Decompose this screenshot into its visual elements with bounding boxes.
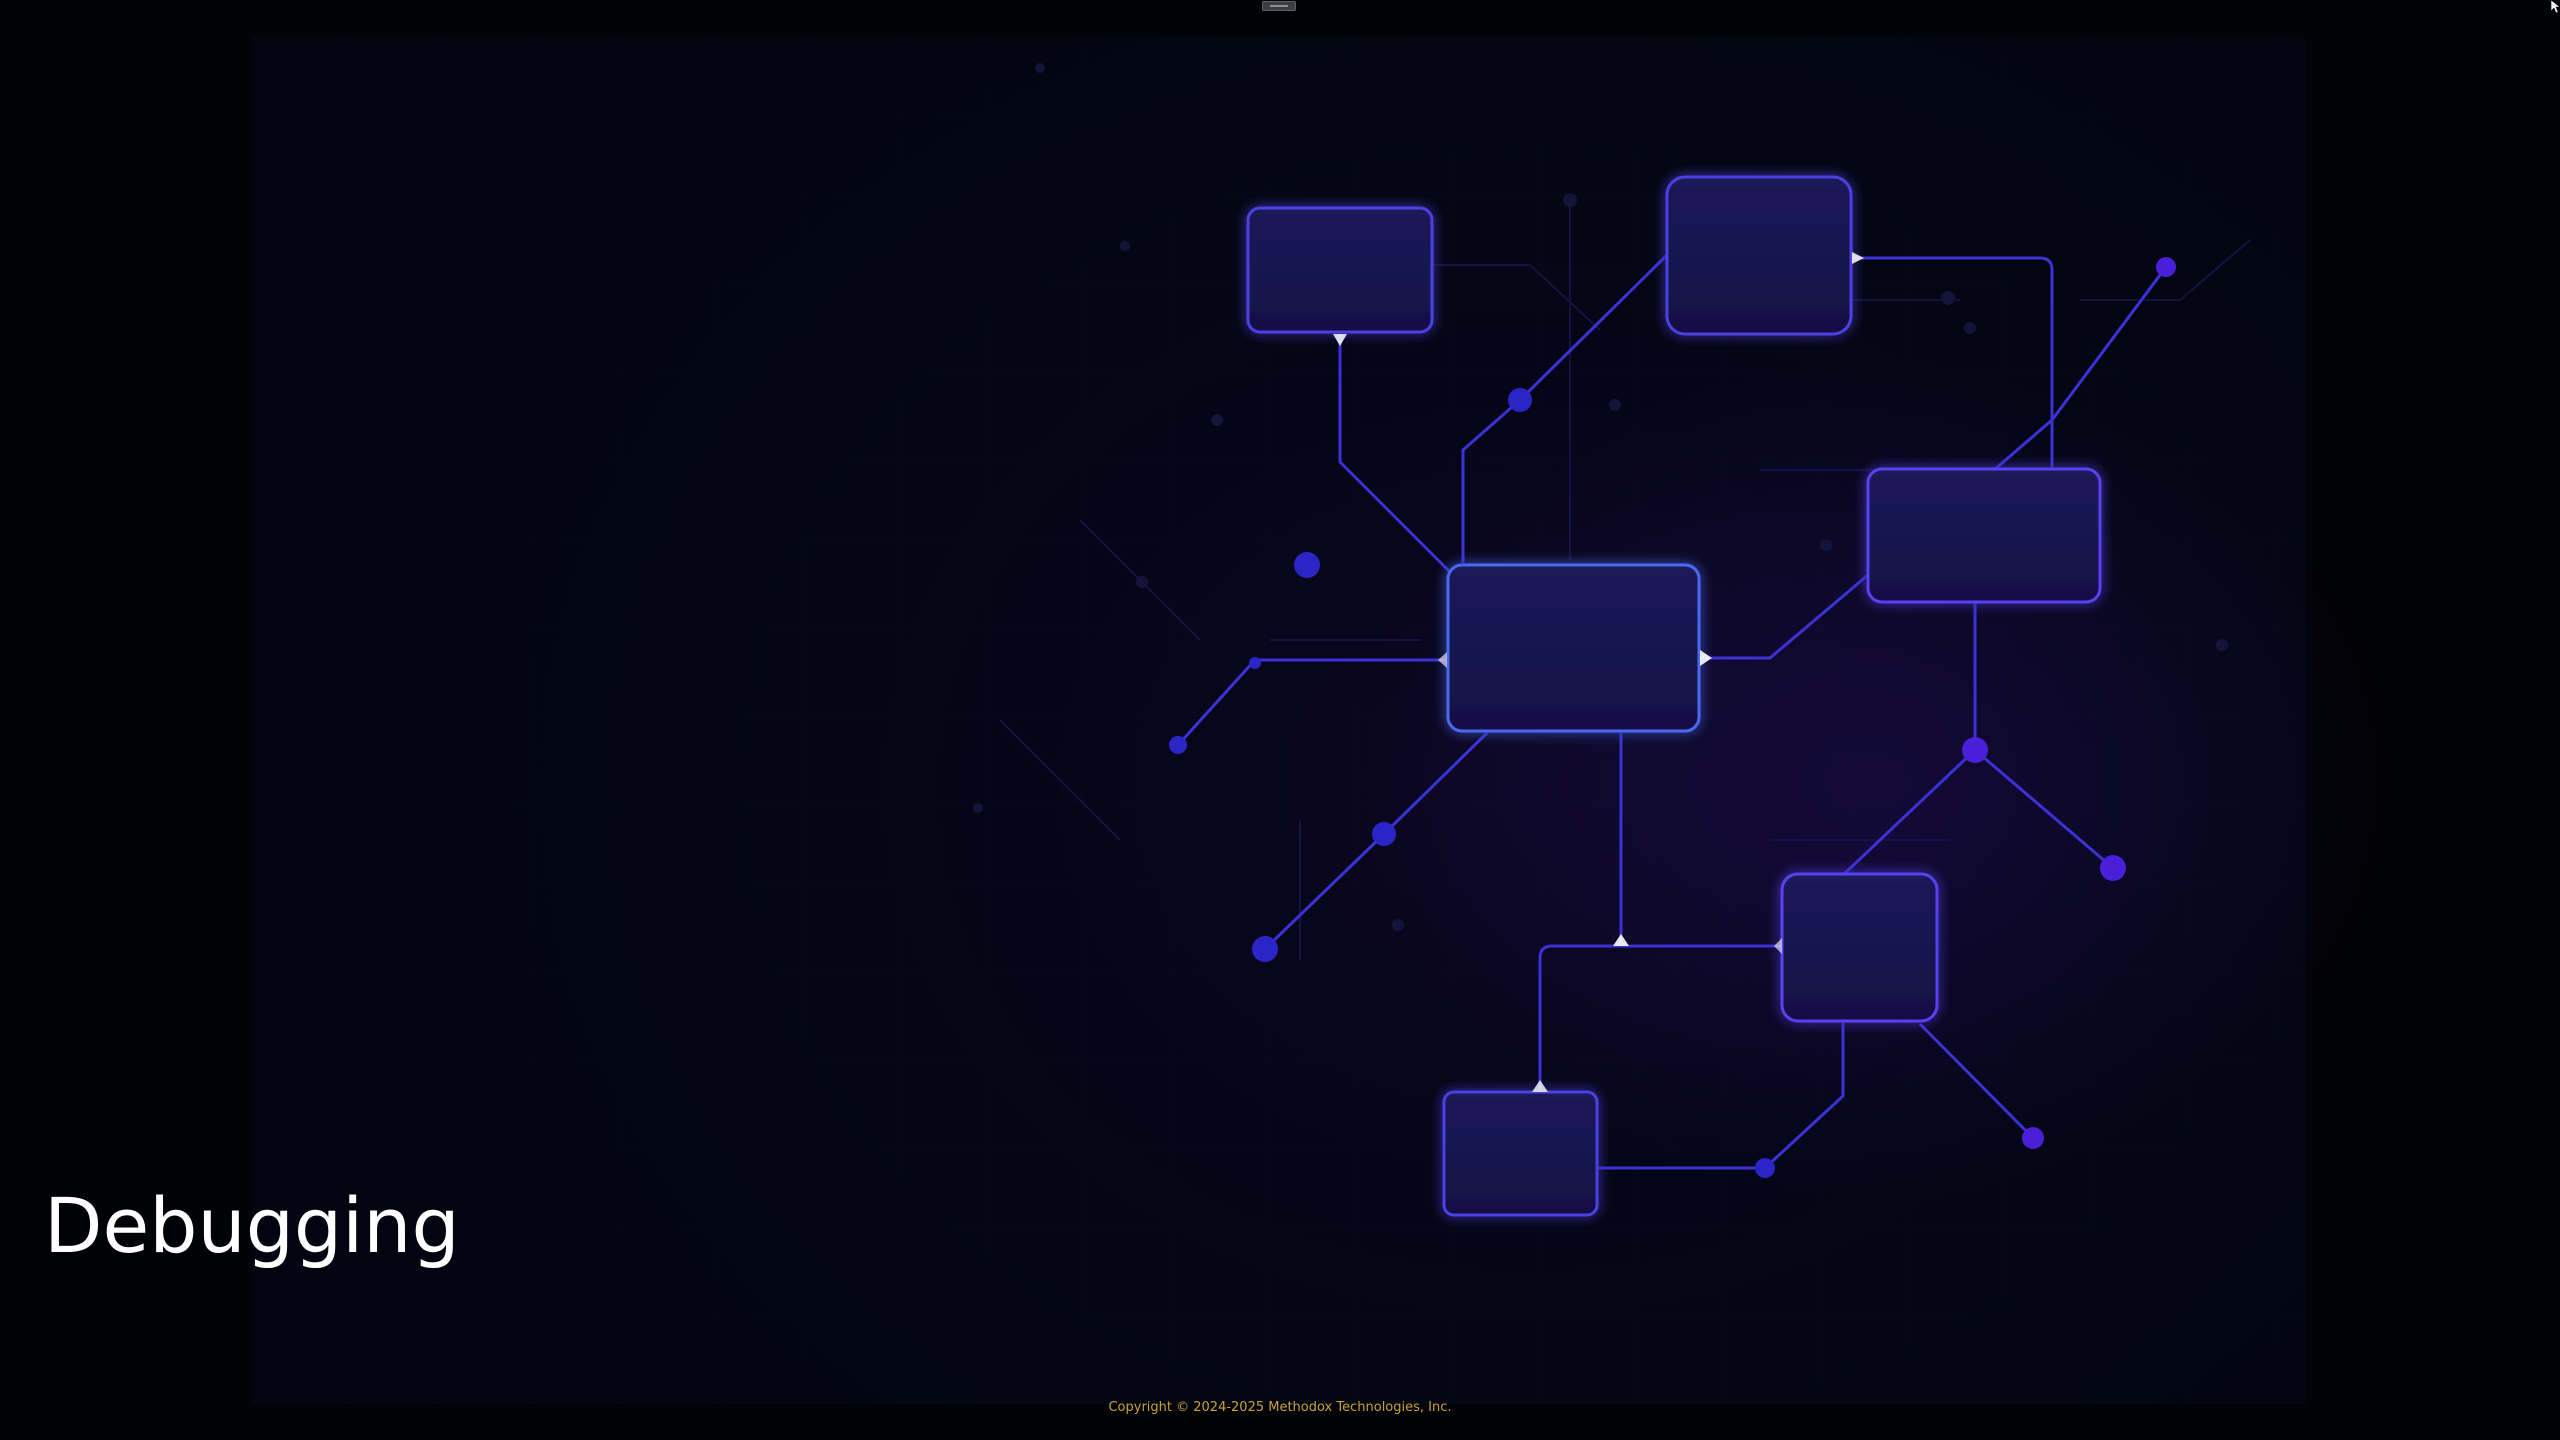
node-dot [1372, 822, 1396, 846]
spark [1333, 334, 1347, 346]
mouse-pointer-icon [2551, 0, 2560, 14]
node-card [1665, 175, 1853, 336]
node-card [1246, 206, 1434, 334]
copyright-notice: Copyright © 2024-2025 Methodox Technolog… [1108, 1400, 1452, 1415]
splash-screen: Debugging Copyright © 2024-2025 Methodox… [0, 0, 2560, 1440]
node-dot [2156, 257, 2176, 277]
node-dot [1249, 657, 1261, 669]
node-dot [2022, 1127, 2044, 1149]
node-card [1866, 467, 2102, 604]
node-dot [2100, 855, 2126, 881]
node-dot [1508, 388, 1532, 412]
node-card [1442, 1090, 1599, 1217]
page-title: Debugging [44, 1181, 460, 1270]
node-dot [1755, 1158, 1775, 1178]
node-card [1780, 872, 1939, 1023]
node-dot [1294, 552, 1320, 578]
node-card [1446, 563, 1701, 733]
wire-top-left-to-center [1338, 333, 1452, 574]
node-dot [1169, 736, 1187, 754]
node-dot [1962, 737, 1988, 763]
spark [1852, 252, 1864, 264]
node-dot [1252, 936, 1278, 962]
